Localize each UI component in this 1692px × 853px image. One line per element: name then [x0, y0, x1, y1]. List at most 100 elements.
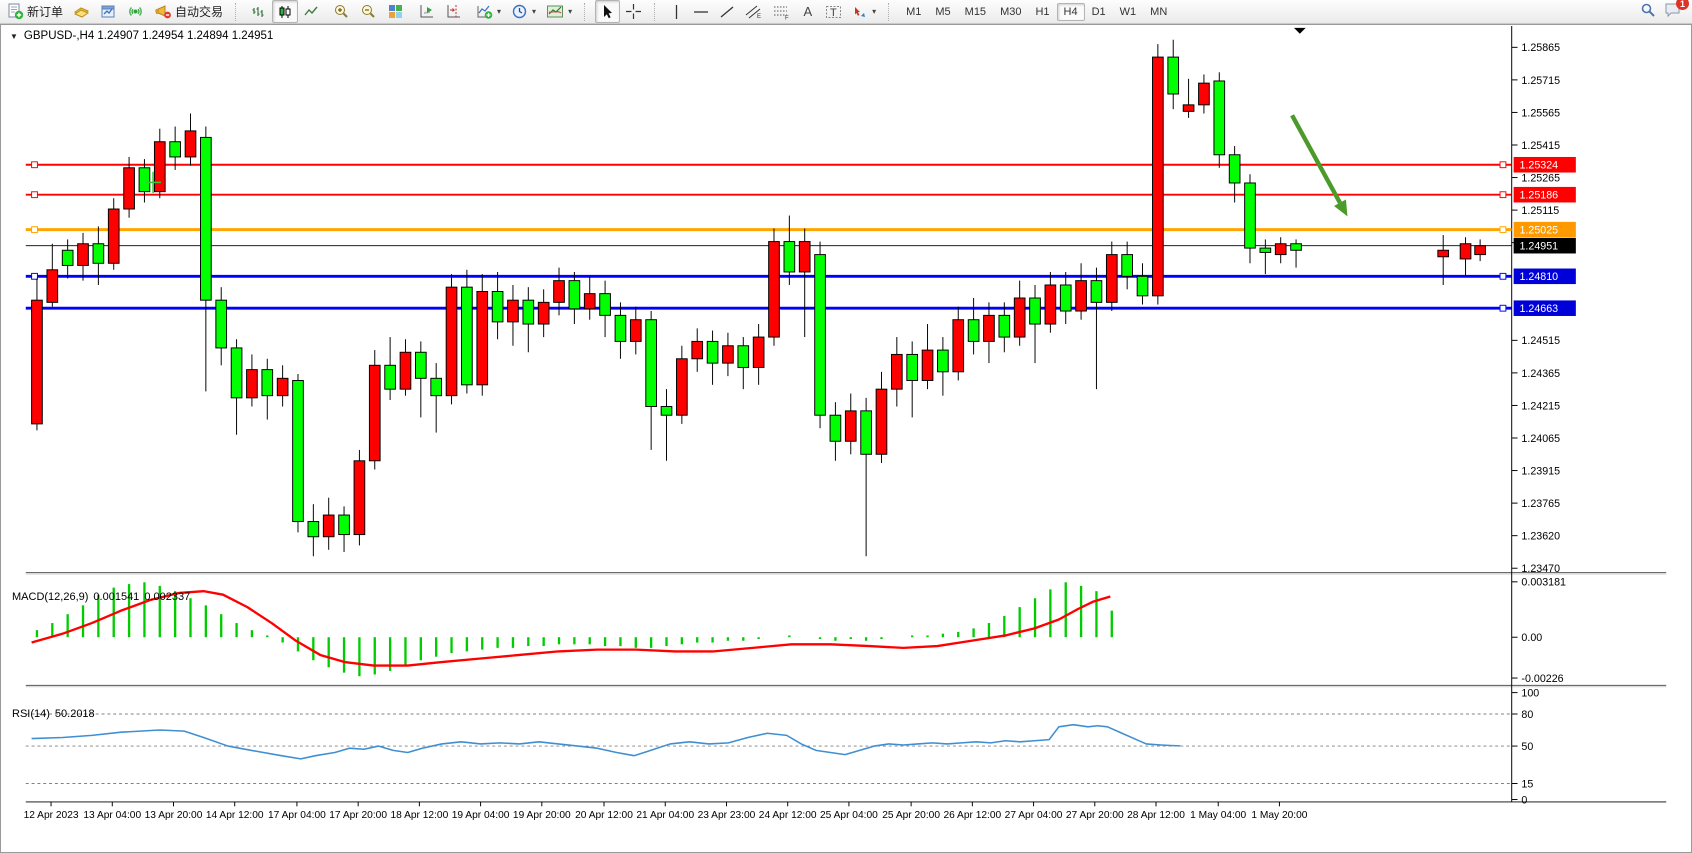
timeframe-m15[interactable]: M15: [958, 3, 993, 21]
time-axis-label: 27 Apr 20:00: [1066, 810, 1124, 821]
tile-windows-button[interactable]: [382, 0, 409, 23]
bar-chart-button[interactable]: [246, 0, 272, 23]
shapes-dropdown-caret[interactable]: ▾: [872, 7, 876, 16]
timeframe-w1[interactable]: W1: [1113, 3, 1144, 21]
zoom-out-button[interactable]: [355, 0, 382, 23]
candle-body: [446, 287, 457, 396]
time-axis-label: 19 Apr 04:00: [452, 810, 510, 821]
time-axis-label: 1 May 20:00: [1251, 810, 1307, 821]
candle-body: [753, 337, 764, 367]
timeframe-h4[interactable]: H4: [1057, 3, 1085, 21]
time-axis-label: 17 Apr 20:00: [329, 810, 387, 821]
search-icon[interactable]: [1640, 2, 1656, 21]
candle-body: [108, 209, 119, 263]
timeframe-m1[interactable]: M1: [899, 3, 928, 21]
vertical-line-icon: [670, 4, 683, 20]
time-axis-label: 26 Apr 12:00: [943, 810, 1001, 821]
vertical-line-tool[interactable]: [665, 0, 688, 23]
price-axis-label: 1.23915: [1521, 465, 1560, 477]
macd-axis-label: 0.003181: [1521, 577, 1566, 589]
notifications-button[interactable]: 1: [1664, 2, 1682, 21]
candle-body: [677, 359, 688, 415]
candle-body: [277, 378, 288, 395]
templates-button[interactable]: ▾: [541, 0, 577, 23]
hline-anchor[interactable]: [1500, 162, 1506, 168]
cursor-tool-button[interactable]: [595, 0, 620, 23]
timeframe-mn[interactable]: MN: [1143, 3, 1174, 21]
hline-anchor[interactable]: [32, 227, 38, 233]
chart-shift-button[interactable]: [440, 0, 467, 23]
indicators-icon: [476, 3, 493, 20]
candle-body: [185, 131, 196, 157]
candle-body: [615, 315, 626, 341]
candle-body: [1245, 183, 1256, 248]
text-label-icon: T: [825, 4, 842, 20]
equidistant-channel-tool[interactable]: E: [740, 0, 768, 23]
candle-body: [1045, 285, 1056, 324]
horizontal-line-tool[interactable]: [688, 0, 714, 23]
hline-anchor[interactable]: [1500, 273, 1506, 279]
new-order-button[interactable]: 新订单: [2, 0, 68, 23]
timeframe-m5[interactable]: M5: [928, 3, 957, 21]
macd-axis: 0.0031810.00-0.00226: [1512, 577, 1566, 685]
periods-button[interactable]: ▾: [506, 0, 541, 23]
rsi-line: [32, 725, 1181, 759]
candle-body: [369, 365, 380, 460]
macd-axis-label: 0.00: [1521, 632, 1542, 644]
hline-anchor[interactable]: [32, 162, 38, 168]
chart-profile-button[interactable]: [68, 0, 95, 23]
shapes-tool-button[interactable]: ▾: [847, 0, 881, 23]
text-tool[interactable]: A: [796, 0, 820, 23]
candle-body: [1291, 244, 1302, 251]
chart-title-text: GBPUSD-,H4 1.24907 1.24954 1.24894 1.249…: [24, 30, 273, 42]
down-arrow-annotation[interactable]: [1292, 115, 1340, 202]
candle-body: [201, 137, 212, 300]
hline-anchor[interactable]: [1500, 305, 1506, 311]
fibonacci-tool[interactable]: F: [768, 0, 796, 23]
candle-body: [876, 389, 887, 454]
price-badge-label: 1.25324: [1519, 160, 1558, 172]
chart-canvas: 1.258651.257151.255651.254151.252651.251…: [0, 24, 1692, 852]
price-badge-label: 1.24810: [1519, 271, 1558, 283]
candle-body: [938, 350, 949, 372]
svg-text:A: A: [804, 4, 813, 19]
auto-scroll-button[interactable]: [413, 0, 440, 23]
time-axis-label: 23 Apr 23:00: [698, 810, 756, 821]
candle-body: [968, 320, 979, 342]
scroll-end-marker-icon[interactable]: [1294, 28, 1306, 34]
candle-body: [1438, 250, 1449, 257]
auto-trading-button[interactable]: 自动交易: [149, 0, 228, 23]
indicators-dropdown-caret[interactable]: ▾: [497, 7, 501, 16]
timeframe-d1[interactable]: D1: [1085, 3, 1113, 21]
candle-body: [1153, 57, 1164, 296]
timeframe-m30[interactable]: M30: [993, 3, 1028, 21]
candle-body: [1014, 298, 1025, 337]
zoom-out-icon: [360, 3, 377, 20]
hline-anchor[interactable]: [32, 192, 38, 198]
candle-body: [953, 320, 964, 372]
collapse-triangle-icon[interactable]: ▼: [10, 32, 18, 41]
trendline-tool[interactable]: [714, 0, 740, 23]
candlestick-chart-button[interactable]: [272, 0, 298, 23]
templates-dropdown-caret[interactable]: ▾: [568, 7, 572, 16]
candle-body: [984, 315, 995, 341]
timeframe-h1[interactable]: H1: [1028, 3, 1056, 21]
price-axis-label: 1.25865: [1521, 42, 1560, 54]
price-axis-label: 1.25715: [1521, 75, 1560, 87]
zoom-in-button[interactable]: [328, 0, 355, 23]
text-label-tool[interactable]: T: [820, 0, 847, 23]
candle-body: [1030, 298, 1041, 324]
crosshair-tool-button[interactable]: [620, 0, 647, 23]
candle-body: [1122, 255, 1133, 277]
hline-anchor[interactable]: [1500, 192, 1506, 198]
price-axis: 1.258651.257151.255651.254151.252651.251…: [1512, 42, 1576, 575]
indicators-button[interactable]: ▾: [471, 0, 506, 23]
market-watch-button[interactable]: [95, 0, 122, 23]
hline-anchor[interactable]: [32, 273, 38, 279]
strategy-tester-button[interactable]: [122, 0, 149, 23]
candlesticks: [32, 40, 1486, 557]
hline-anchor[interactable]: [1500, 227, 1506, 233]
periods-dropdown-caret[interactable]: ▾: [532, 7, 536, 16]
time-axis-label: 24 Apr 12:00: [759, 810, 817, 821]
line-chart-button[interactable]: [298, 0, 324, 23]
